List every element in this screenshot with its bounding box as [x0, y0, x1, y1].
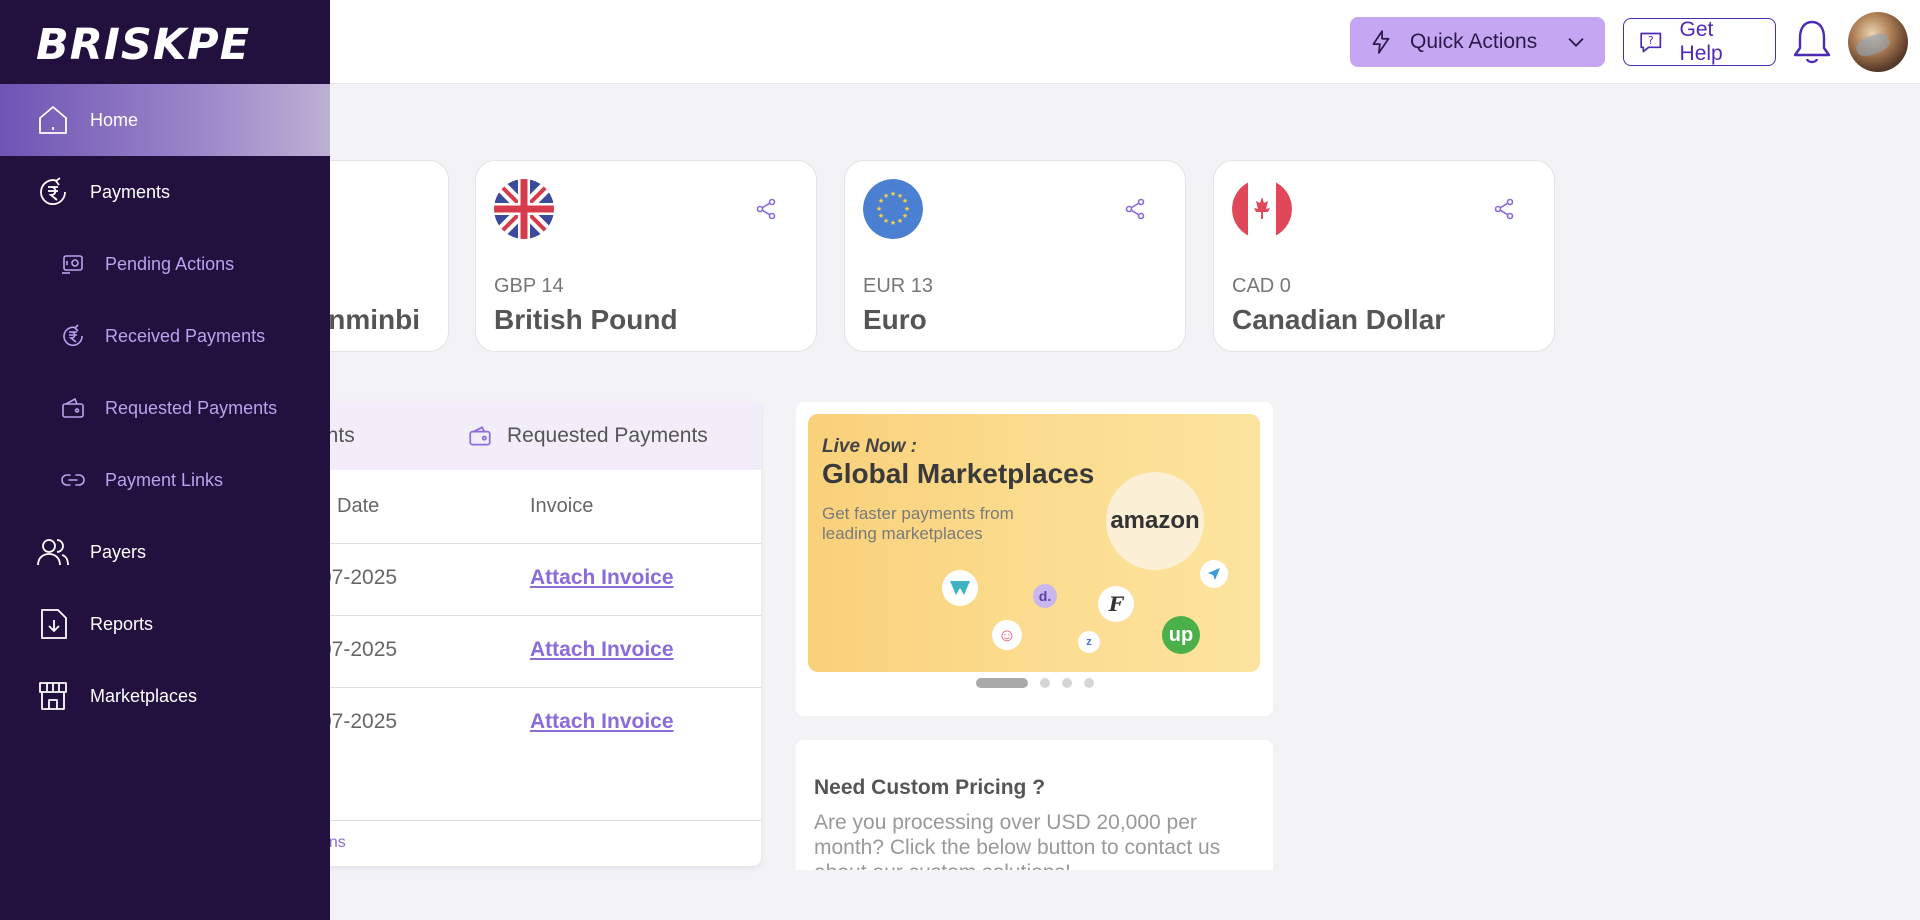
svg-text:★: ★ [890, 190, 896, 198]
currency-card-eur[interactable]: ★ ★ ★ ★ ★ ★ ★ ★ ★ ★ ★ ★ EUR 13 Euro [844, 160, 1186, 352]
row-date: 07-2025 [320, 638, 398, 661]
sidebar-item-requested-payments[interactable]: Requested Payments [0, 372, 330, 444]
pending-actions-icon [62, 255, 83, 274]
marketplace-logo-icon: z [1078, 631, 1100, 653]
rupee-refresh-icon [63, 324, 83, 347]
marketplace-logo-icon: d. [1033, 584, 1057, 608]
quick-actions-label: Quick Actions [1410, 30, 1538, 53]
canada-flag-icon [1232, 179, 1292, 239]
svg-text:?: ? [1648, 34, 1654, 47]
svg-text:★: ★ [902, 197, 908, 205]
home-icon [39, 106, 67, 134]
carousel-dots [796, 678, 1273, 688]
sidebar-item-payments[interactable]: Payments [0, 156, 330, 228]
svg-text:★: ★ [876, 205, 882, 213]
currency-name: Canadian Dollar [1232, 304, 1446, 335]
sidebar-item-received-payments[interactable]: Received Payments [0, 300, 330, 372]
sidebar-item-label: Requested Payments [105, 397, 278, 418]
column-header-date: Date [337, 495, 380, 517]
currency-amount: GBP 14 [494, 275, 564, 297]
row-date: 07-2025 [320, 710, 398, 733]
sidebar-item-reports[interactable]: Reports [0, 588, 330, 660]
svg-text:★: ★ [890, 219, 896, 227]
tab-requested-payments[interactable]: Requested Payments [467, 402, 708, 470]
sidebar-item-label: Payment Links [105, 469, 224, 490]
get-help-button[interactable]: ? Get Help [1623, 18, 1776, 66]
banner-subtitle: Get faster payments from leading marketp… [822, 504, 1014, 543]
sidebar-item-home[interactable]: Home [0, 84, 330, 156]
marketplace-logo-icon [942, 570, 978, 606]
pricing-text: Are you processing over USD 20,000 per m… [814, 811, 1221, 870]
marketplace-logo-icon: F [1098, 586, 1134, 622]
pricing-title: Need Custom Pricing ? [814, 776, 1046, 799]
wallet-icon [469, 426, 491, 446]
avatar[interactable] [1848, 12, 1908, 72]
svg-text:★: ★ [878, 212, 884, 220]
attach-invoice-link[interactable]: Attach Invoice [530, 710, 674, 734]
attach-invoice-link[interactable]: Attach Invoice [530, 566, 674, 590]
sidebar-item-label: Marketplaces [90, 685, 198, 706]
currency-name: Euro [863, 304, 927, 335]
bell-icon[interactable] [1790, 18, 1834, 66]
sidebar-item-label: Payers [90, 541, 147, 562]
currency-amount: CAD 0 [1232, 275, 1291, 297]
eu-flag-icon: ★ ★★★ ★★★★ ★★★★ [863, 179, 923, 239]
share-icon[interactable] [754, 197, 778, 221]
lightning-icon [1372, 30, 1390, 54]
sidebar-item-label: Home [90, 109, 139, 130]
banner-title: Global Marketplaces [822, 458, 1095, 489]
currency-name: nminbi [328, 304, 420, 335]
quick-actions-button[interactable]: Quick Actions [1350, 17, 1605, 67]
sidebar-item-label: Reports [90, 613, 154, 634]
sidebar-item-payment-links[interactable]: Payment Links [0, 444, 330, 516]
users-icon [37, 539, 69, 566]
currency-amount: EUR 13 [863, 275, 934, 297]
svg-text:★: ★ [897, 217, 903, 225]
attach-invoice-link[interactable]: Attach Invoice [530, 638, 674, 662]
amazon-logo: amazon [1106, 472, 1204, 570]
currency-name: British Pound [494, 304, 678, 335]
svg-text:★: ★ [883, 192, 889, 200]
wallet-icon [62, 397, 84, 418]
store-icon [39, 682, 67, 710]
chevron-down-icon [1568, 38, 1584, 47]
upwork-logo-icon: up [1162, 616, 1200, 654]
carousel-dot[interactable] [1083, 678, 1094, 688]
sidebar-item-payers[interactable]: Payers [0, 516, 330, 588]
row-date: 07-2025 [320, 566, 398, 589]
global-marketplaces-banner[interactable]: Live Now : Global Marketplaces Get faste… [808, 414, 1260, 672]
carousel-dot[interactable] [975, 678, 1028, 688]
uk-flag-icon [494, 179, 554, 239]
carousel-dot[interactable] [1039, 678, 1050, 688]
column-header-invoice: Invoice [530, 495, 594, 517]
currency-card-gbp[interactable]: GBP 14 British Pound [475, 160, 817, 352]
sidebar-item-pending-actions[interactable]: Pending Actions [0, 228, 330, 300]
amazon-logo-text: amazon [1110, 507, 1200, 534]
report-download-icon [41, 609, 67, 639]
briskpe-logo[interactable]: BRISKPE [36, 20, 250, 70]
sidebar-item-marketplaces[interactable]: Marketplaces [0, 660, 330, 732]
custom-pricing-card: Need Custom Pricing ? Are you processing… [796, 740, 1273, 870]
banner-live-label: Live Now : [822, 436, 918, 457]
get-help-label: Get Help [1679, 18, 1723, 65]
rupee-refresh-icon [40, 177, 66, 205]
sidebar-item-label: Payments [90, 181, 171, 202]
link-icon [61, 474, 85, 486]
share-icon[interactable] [1492, 197, 1516, 221]
currency-card-cad[interactable]: CAD 0 Canadian Dollar [1213, 160, 1555, 352]
sidebar-item-label: Pending Actions [105, 253, 235, 274]
sidebar-item-label: Received Payments [105, 325, 266, 346]
carousel-dot[interactable] [1061, 678, 1072, 688]
marketplace-logo-icon [1200, 560, 1228, 588]
sidebar: BRISKPE Home Payments Pending Actions Re… [0, 0, 330, 920]
share-icon[interactable] [1123, 197, 1147, 221]
tab-label: Requested Payments [507, 424, 708, 447]
marketplace-logo-icon: ☺ [992, 620, 1022, 650]
promo-banner-card: Live Now : Global Marketplaces Get faste… [796, 402, 1273, 716]
help-chat-icon: ? [1640, 32, 1662, 53]
